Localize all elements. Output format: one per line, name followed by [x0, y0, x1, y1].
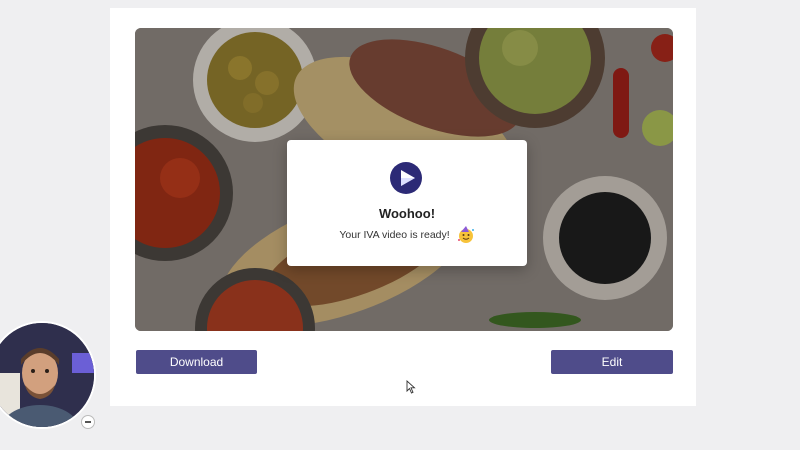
download-button[interactable]: Download	[136, 350, 257, 374]
dialog-message: Your IVA video is ready!	[339, 228, 450, 241]
mouse-cursor-icon	[406, 380, 416, 394]
success-dialog: Woohoo! Your IVA video is ready!	[287, 140, 527, 266]
dialog-title: Woohoo!	[378, 206, 436, 221]
play-logo-icon	[390, 162, 422, 194]
dialog-message-row: Your IVA video is ready!	[287, 226, 527, 244]
presenter-video	[0, 323, 94, 427]
edit-button[interactable]: Edit	[551, 350, 673, 374]
minimize-icon[interactable]	[81, 415, 95, 429]
party-face-emoji	[457, 226, 474, 243]
webcam-bubble[interactable]	[0, 321, 96, 429]
